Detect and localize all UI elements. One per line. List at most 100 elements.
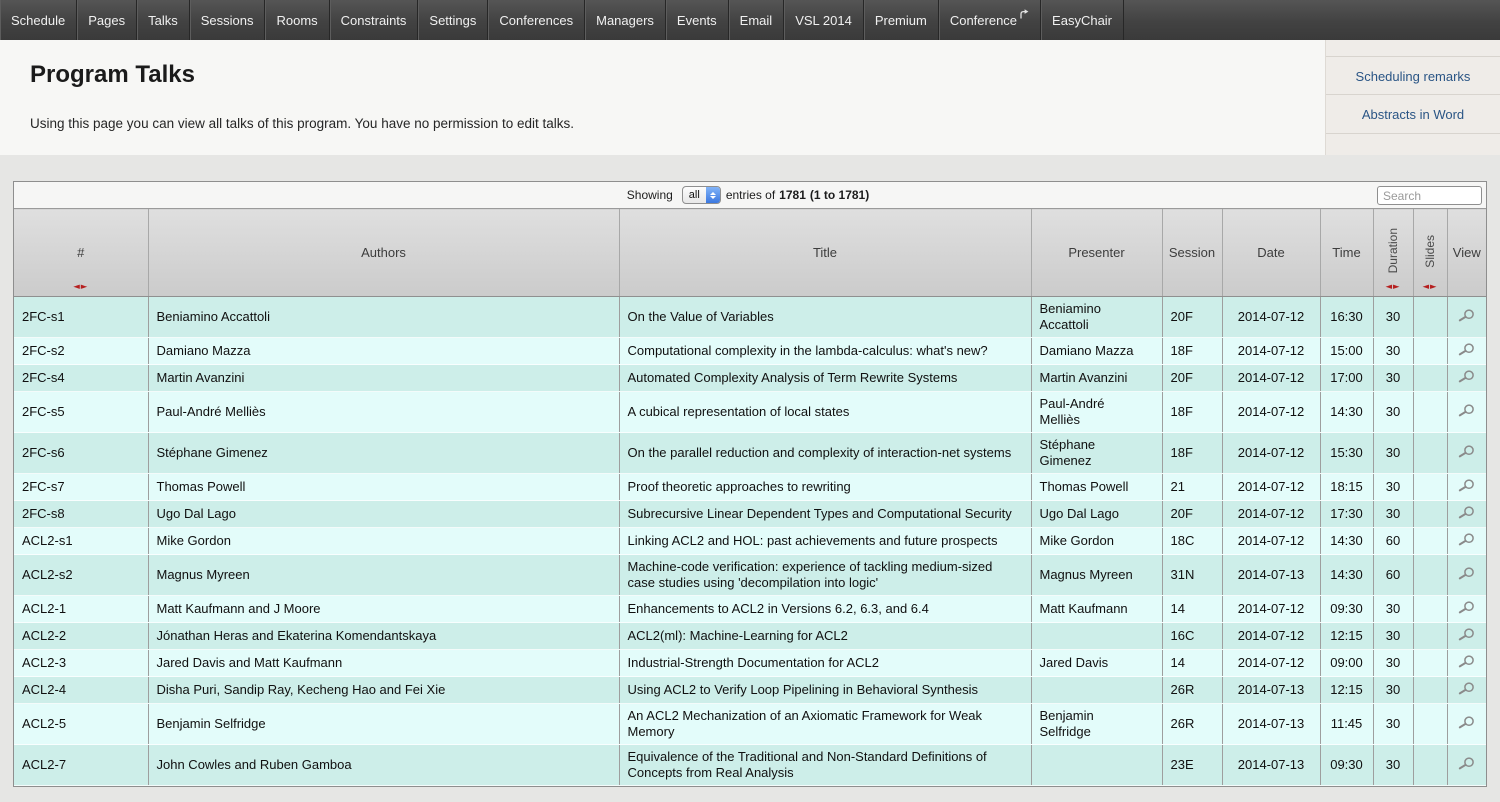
talk-id-cell: 2FC-s1 [14, 297, 148, 338]
time-cell: 11:45 [1320, 704, 1373, 745]
authors-cell: Paul-André Melliès [148, 392, 619, 433]
view-talk-icon[interactable] [1458, 715, 1476, 729]
table-row: ACL2-2Jónathan Heras and Ekaterina Komen… [14, 623, 1486, 650]
view-talk-icon[interactable] [1458, 342, 1476, 356]
view-talk-icon[interactable] [1458, 654, 1476, 668]
time-cell: 14:30 [1320, 555, 1373, 596]
duration-cell: 30 [1373, 365, 1413, 392]
nav-tab-pages[interactable]: Pages [77, 0, 137, 40]
nav-tab-label: Events [677, 13, 717, 28]
view-talk-icon[interactable] [1458, 403, 1476, 417]
title-cell: A cubical representation of local states [619, 392, 1031, 433]
session-cell: 14 [1162, 650, 1222, 677]
session-cell: 18F [1162, 433, 1222, 474]
view-talk-icon[interactable] [1458, 681, 1476, 695]
presenter-cell: Beniamino Accattoli [1031, 297, 1162, 338]
view-talk-icon[interactable] [1458, 369, 1476, 383]
col-header-session[interactable]: Session [1162, 209, 1222, 297]
nav-tab-conferences[interactable]: Conferences [488, 0, 585, 40]
col-header-duration[interactable]: Duration ◄► [1373, 209, 1413, 297]
nav-tab-sessions[interactable]: Sessions [190, 0, 266, 40]
talks-table-body: 2FC-s1Beniamino AccattoliOn the Value of… [14, 297, 1486, 786]
title-cell: Enhancements to ACL2 in Versions 6.2, 6.… [619, 596, 1031, 623]
nav-tab-talks[interactable]: Talks [137, 0, 190, 40]
talk-id-cell: ACL2-5 [14, 704, 148, 745]
view-talk-icon[interactable] [1458, 756, 1476, 770]
col-header-title[interactable]: Title [619, 209, 1031, 297]
session-cell: 18F [1162, 338, 1222, 365]
view-talk-icon[interactable] [1458, 505, 1476, 519]
side-menu-item-abstracts-in-word[interactable]: Abstracts in Word [1326, 95, 1500, 134]
slides-cell [1413, 338, 1447, 365]
view-talk-icon[interactable] [1458, 600, 1476, 614]
sort-arrows-icon[interactable]: ◄► [14, 282, 148, 292]
session-cell: 20F [1162, 365, 1222, 392]
view-cell [1447, 677, 1486, 704]
view-cell [1447, 596, 1486, 623]
nav-tab-label: Managers [596, 13, 654, 28]
side-menu-item-scheduling-remarks[interactable]: Scheduling remarks [1326, 56, 1500, 95]
table-row: ACL2-1Matt Kaufmann and J MooreEnhanceme… [14, 596, 1486, 623]
nav-tab-email[interactable]: Email [729, 0, 785, 40]
view-talk-icon[interactable] [1458, 532, 1476, 546]
date-cell: 2014-07-12 [1222, 433, 1320, 474]
view-cell [1447, 704, 1486, 745]
col-label-date: Date [1257, 245, 1284, 260]
view-cell [1447, 501, 1486, 528]
col-label-view: View [1453, 245, 1481, 260]
table-row: 2FC-s7Thomas PowellProof theoretic appro… [14, 474, 1486, 501]
col-label-authors: Authors [361, 245, 406, 260]
time-cell: 15:30 [1320, 433, 1373, 474]
col-header-time[interactable]: Time [1320, 209, 1373, 297]
nav-tab-schedule[interactable]: Schedule [0, 0, 77, 40]
slides-cell [1413, 297, 1447, 338]
entries-count-select[interactable]: all [682, 186, 721, 204]
title-cell: On the parallel reduction and complexity… [619, 433, 1031, 474]
table-row: ACL2-4Disha Puri, Sandip Ray, Kecheng Ha… [14, 677, 1486, 704]
view-cell [1447, 365, 1486, 392]
view-talk-icon[interactable] [1458, 444, 1476, 458]
session-cell: 20F [1162, 297, 1222, 338]
nav-tab-constraints[interactable]: Constraints [330, 0, 419, 40]
nav-tab-conference[interactable]: Conference [939, 0, 1041, 40]
col-header-date[interactable]: Date [1222, 209, 1320, 297]
search-input[interactable] [1377, 186, 1482, 205]
nav-tab-events[interactable]: Events [666, 0, 729, 40]
view-talk-icon[interactable] [1458, 308, 1476, 322]
view-talk-icon[interactable] [1458, 627, 1476, 641]
nav-tab-premium[interactable]: Premium [864, 0, 939, 40]
nav-tab-easychair[interactable]: EasyChair [1041, 0, 1124, 40]
title-cell: Using ACL2 to Verify Loop Pipelining in … [619, 677, 1031, 704]
view-talk-icon[interactable] [1458, 478, 1476, 492]
col-header-presenter[interactable]: Presenter [1031, 209, 1162, 297]
col-header-slides[interactable]: Slides ◄► [1413, 209, 1447, 297]
nav-tab-settings[interactable]: Settings [418, 0, 488, 40]
authors-cell: Jared Davis and Matt Kaufmann [148, 650, 619, 677]
view-talk-icon[interactable] [1458, 566, 1476, 580]
authors-cell: Disha Puri, Sandip Ray, Kecheng Hao and … [148, 677, 619, 704]
title-cell: Machine-code verification: experience of… [619, 555, 1031, 596]
authors-cell: Ugo Dal Lago [148, 501, 619, 528]
presenter-cell [1031, 745, 1162, 786]
authors-cell: Magnus Myreen [148, 555, 619, 596]
sort-arrows-icon[interactable]: ◄► [1414, 282, 1447, 292]
slides-cell [1413, 555, 1447, 596]
page-header-main: Program Talks Using this page you can vi… [0, 40, 1325, 155]
sort-arrows-icon[interactable]: ◄► [1374, 282, 1413, 292]
nav-tab-managers[interactable]: Managers [585, 0, 666, 40]
nav-tab-label: Talks [148, 13, 178, 28]
entries-of-label: entries of [726, 188, 775, 202]
session-cell: 20F [1162, 501, 1222, 528]
slides-cell [1413, 677, 1447, 704]
table-row: ACL2-s2Magnus MyreenMachine-code verific… [14, 555, 1486, 596]
duration-cell: 30 [1373, 338, 1413, 365]
col-header-id[interactable]: # ◄► [14, 209, 148, 297]
title-cell: Proof theoretic approaches to rewriting [619, 474, 1031, 501]
date-cell: 2014-07-12 [1222, 650, 1320, 677]
duration-cell: 30 [1373, 650, 1413, 677]
col-header-authors[interactable]: Authors [148, 209, 619, 297]
slides-cell [1413, 650, 1447, 677]
nav-tab-label: Schedule [11, 13, 65, 28]
nav-tab-vsl-2014[interactable]: VSL 2014 [784, 0, 864, 40]
nav-tab-rooms[interactable]: Rooms [265, 0, 329, 40]
